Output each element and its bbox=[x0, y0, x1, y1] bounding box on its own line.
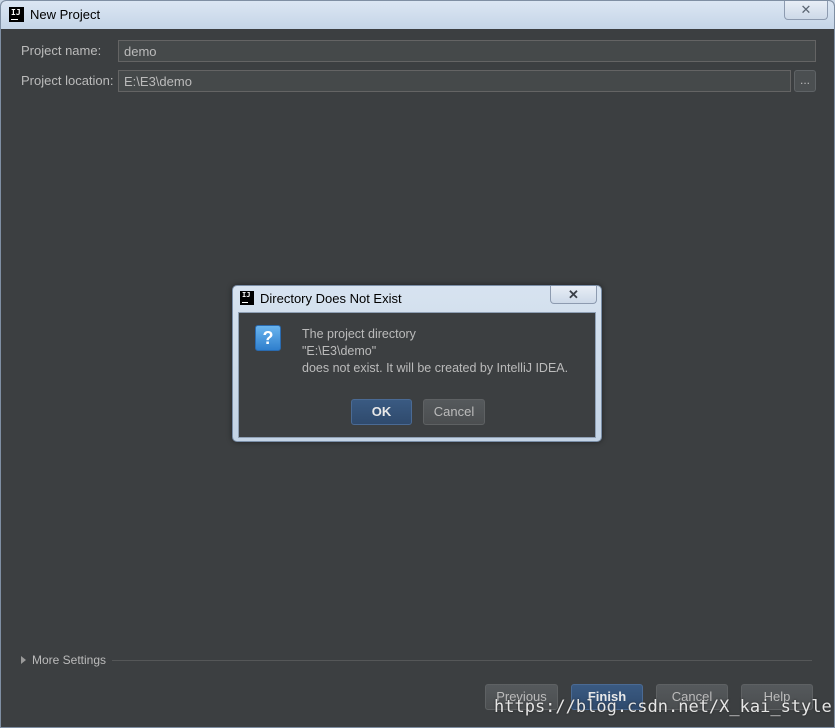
message-line-2: "E:\E3\demo" bbox=[302, 344, 377, 358]
project-name-input[interactable]: demo bbox=[118, 40, 816, 62]
window-close-button[interactable]: ✕ bbox=[784, 1, 828, 20]
question-icon: ? bbox=[255, 325, 281, 351]
intellij-idea-icon: IJ bbox=[9, 7, 24, 22]
dialog-close-button[interactable]: ✕ bbox=[550, 286, 597, 304]
project-location-label: Project location: bbox=[21, 73, 114, 88]
directory-not-exist-dialog: IJ Directory Does Not Exist ✕ ? The proj… bbox=[232, 285, 602, 442]
message-line-1: The project directory bbox=[302, 327, 416, 341]
more-settings-toggle[interactable]: More Settings bbox=[21, 653, 106, 667]
dialog-cancel-button[interactable]: Cancel bbox=[423, 399, 485, 425]
expand-arrow-icon bbox=[21, 656, 26, 664]
more-settings-divider bbox=[112, 660, 812, 661]
message-line-3: does not exist. It will be created by In… bbox=[302, 361, 569, 375]
more-settings-label: More Settings bbox=[32, 653, 107, 667]
intellij-idea-icon: IJ bbox=[240, 291, 254, 305]
window-title: New Project bbox=[30, 7, 101, 22]
dialog-title: Directory Does Not Exist bbox=[260, 291, 402, 306]
project-name-label: Project name: bbox=[21, 43, 102, 58]
watermark-url: https://blog.csdn.net/X_kai_style bbox=[494, 697, 832, 717]
dialog-body: ? The project directory "E:\E3\demo" doe… bbox=[238, 312, 596, 438]
title-bar: IJ New Project ✕ bbox=[1, 1, 834, 29]
browse-button[interactable]: ... bbox=[794, 70, 816, 92]
project-location-input[interactable]: E:\E3\demo bbox=[118, 70, 791, 92]
ok-button[interactable]: OK bbox=[351, 399, 412, 425]
